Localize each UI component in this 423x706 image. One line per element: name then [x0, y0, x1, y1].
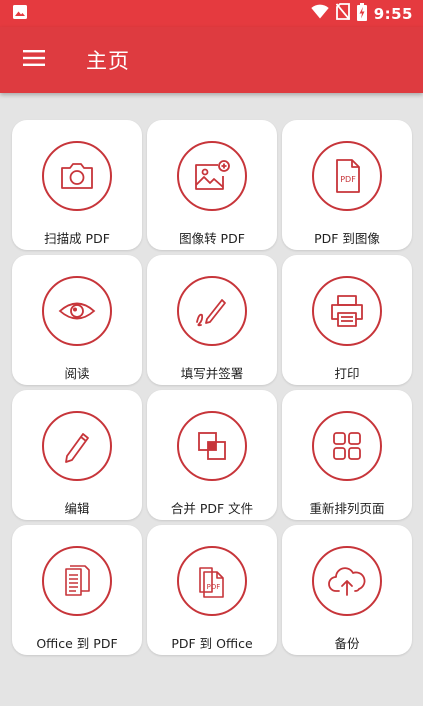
menu-button[interactable] — [0, 27, 68, 93]
document-icon — [42, 546, 112, 616]
image-to-pdf-button[interactable]: 图像转 PDF — [147, 120, 277, 250]
pdf-documents-icon: PDF — [177, 546, 247, 616]
card-label: 填写并签署 — [180, 366, 244, 381]
image-add-icon — [177, 141, 247, 211]
card-label: Office 到 PDF — [36, 636, 118, 651]
svg-text:PDF: PDF — [207, 583, 221, 591]
card-label: 扫描成 PDF — [44, 231, 110, 246]
card-label: 打印 — [334, 366, 360, 381]
merge-pdf-button[interactable]: 合并 PDF 文件 — [147, 390, 277, 520]
fill-and-sign-button[interactable]: 填写并签署 — [147, 255, 277, 385]
reorder-pages-button[interactable]: 重新排列页面 — [282, 390, 412, 520]
pdf-to-image-button[interactable]: PDF PDF 到图像 — [282, 120, 412, 250]
card-label: 图像转 PDF — [179, 231, 245, 246]
card-label: 阅读 — [64, 366, 90, 381]
grid-icon — [312, 411, 382, 481]
pdf-file-icon: PDF — [312, 141, 382, 211]
battery-charging-icon — [356, 2, 367, 25]
scan-to-pdf-button[interactable]: 扫描成 PDF — [12, 120, 142, 250]
hamburger-menu-icon — [23, 50, 45, 70]
card-label: PDF 到图像 — [314, 231, 380, 246]
card-label: 重新排列页面 — [309, 501, 385, 516]
app-bar: 主页 — [0, 27, 423, 93]
card-label: 备份 — [334, 636, 360, 651]
image-icon — [12, 4, 28, 24]
backup-button[interactable]: 备份 — [282, 525, 412, 655]
pen-signature-icon — [177, 276, 247, 346]
status-time: 9:55 — [373, 4, 413, 23]
pdf-to-office-button[interactable]: PDF PDF 到 Office — [147, 525, 277, 655]
printer-icon — [312, 276, 382, 346]
merge-icon — [177, 411, 247, 481]
edit-button[interactable]: 编辑 — [12, 390, 142, 520]
card-label: 编辑 — [64, 501, 90, 516]
svg-text:PDF: PDF — [340, 175, 356, 184]
page-title: 主页 — [86, 49, 130, 73]
pencil-icon — [42, 411, 112, 481]
camera-icon — [42, 141, 112, 211]
status-bar: 9:55 — [0, 0, 423, 27]
read-button[interactable]: 阅读 — [12, 255, 142, 385]
office-to-pdf-button[interactable]: Office 到 PDF — [12, 525, 142, 655]
cloud-upload-icon — [312, 546, 382, 616]
eye-icon — [42, 276, 112, 346]
card-label: PDF 到 Office — [171, 636, 253, 651]
no-sim-icon — [335, 3, 350, 24]
print-button[interactable]: 打印 — [282, 255, 412, 385]
tool-grid: 扫描成 PDF 图像转 PDF PDF PDF 到图像 阅读 填写并签署 打印 … — [12, 120, 412, 655]
wifi-icon — [310, 4, 329, 23]
card-label: 合并 PDF 文件 — [170, 501, 254, 516]
